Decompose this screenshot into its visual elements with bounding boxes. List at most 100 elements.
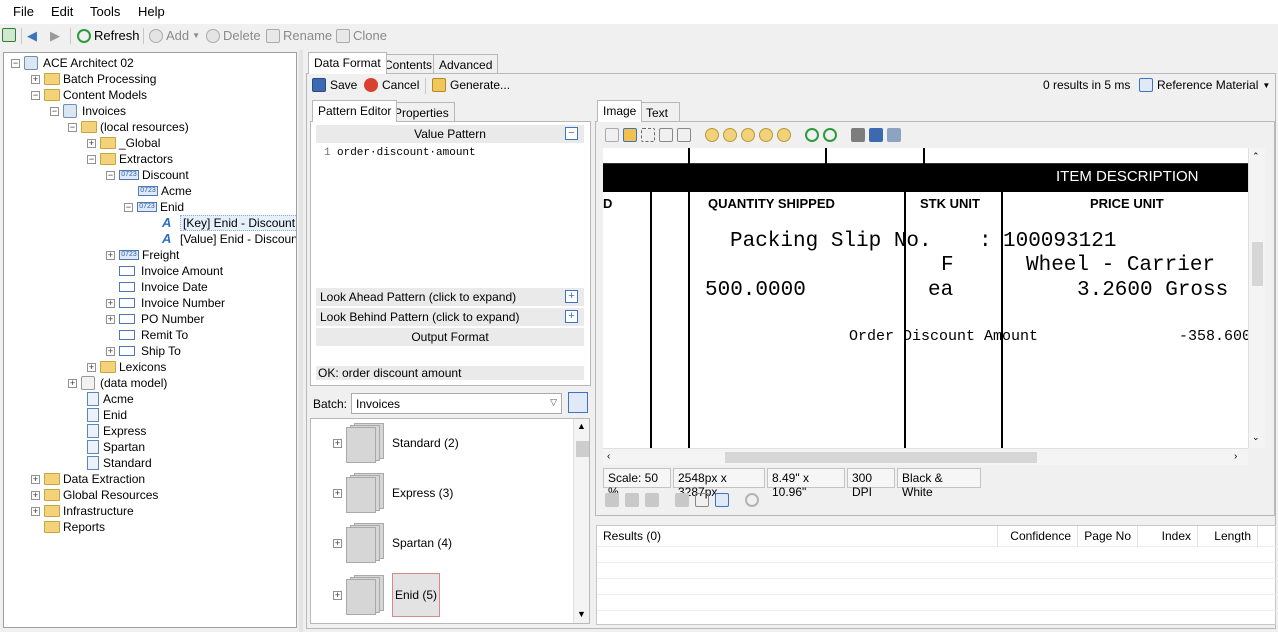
output-format-header[interactable]: Output Format (316, 328, 584, 346)
tree-spartan[interactable]: Spartan (87, 439, 145, 455)
tree-global-resources[interactable]: + Global Resources (31, 487, 158, 503)
tree-invoice-date[interactable]: Invoice Date (119, 279, 208, 295)
scroll-right-icon[interactable]: › (1234, 451, 1237, 462)
menu-edit[interactable]: Edit (51, 4, 73, 19)
scroll-up-icon[interactable]: ▲ (577, 421, 586, 431)
scroll-down-icon[interactable]: ▼ (577, 609, 586, 619)
tab-image[interactable]: Image (597, 100, 643, 122)
save-button[interactable]: Save (312, 78, 357, 92)
tab-pattern-editor[interactable]: Pattern Editor (312, 100, 398, 122)
tree-po-number[interactable]: + PO Number (106, 311, 204, 327)
tree-infrastructure[interactable]: + Infrastructure (31, 503, 134, 519)
pattern-code-editor[interactable]: order·discount·amount (337, 147, 582, 283)
menu-file[interactable]: File (13, 4, 34, 19)
tree-ship-to[interactable]: + Ship To (106, 343, 181, 359)
add-button[interactable]: Add ▼ (149, 28, 200, 43)
stamp-icon[interactable] (645, 493, 659, 507)
batch-view-icon[interactable] (568, 392, 588, 413)
vscroll-thumb[interactable] (1252, 242, 1263, 286)
tree-standard[interactable]: Standard (87, 455, 152, 471)
settings-icon[interactable] (887, 128, 901, 142)
zoom-out-icon[interactable] (723, 128, 737, 142)
save-image-icon[interactable] (869, 128, 883, 142)
confidence-column-header[interactable]: Confidence (998, 526, 1078, 546)
tree-invoice-amount[interactable]: Invoice Amount (119, 263, 223, 279)
tree-discount[interactable]: −0723 Discount (106, 167, 189, 183)
splitter[interactable] (299, 50, 303, 632)
highlight-icon[interactable] (625, 493, 639, 507)
batch-select[interactable]: Invoices ▽ (351, 393, 562, 414)
tree-data-extraction[interactable]: + Data Extraction (31, 471, 145, 487)
index-column-header[interactable]: Index (1138, 526, 1198, 546)
image-hscrollbar[interactable]: ‹ › (603, 448, 1248, 465)
back-icon[interactable]: ◀ (27, 28, 37, 44)
menu-help[interactable]: Help (138, 4, 165, 19)
tab-text[interactable]: Text (640, 102, 680, 122)
look-behind-header[interactable]: Look Behind Pattern (click to expand) (316, 308, 584, 326)
length-column-header[interactable]: Length (1198, 526, 1258, 546)
zoom-in-icon[interactable] (705, 128, 719, 142)
scroll-up-icon[interactable]: ⌃ (1252, 151, 1260, 162)
tree-express[interactable]: Express (87, 423, 146, 439)
crop-icon[interactable] (695, 493, 709, 507)
page-no-column-header[interactable]: Page No (1078, 526, 1138, 546)
tree-discount-acme[interactable]: 0723 Acme (138, 183, 192, 199)
tab-contents[interactable]: Contents (378, 54, 439, 74)
tab-data-format[interactable]: Data Format (308, 52, 387, 74)
tree-enid[interactable]: Enid (87, 407, 127, 423)
tree-acme[interactable]: Acme (87, 391, 134, 407)
tree-lexicons[interactable]: + Lexicons (87, 359, 166, 375)
zoom-page-icon[interactable] (677, 128, 691, 142)
generate-button[interactable]: Generate... (432, 78, 510, 92)
print-icon[interactable] (851, 128, 865, 142)
batch-item-spartan[interactable]: + Spartan (4) (333, 523, 452, 563)
batch-item-enid[interactable]: + Enid (5) (333, 573, 441, 617)
menu-tools[interactable]: Tools (90, 4, 120, 19)
look-ahead-header[interactable]: Look Ahead Pattern (click to expand) (316, 288, 584, 306)
results-column-header[interactable]: Results (0) (597, 526, 998, 546)
image-vscrollbar[interactable]: ⌃ ⌄ (1248, 148, 1265, 448)
document-image[interactable]: ITEM DESCRIPTION D QUANTITY SHIPPED STK … (603, 148, 1248, 448)
tree-reports[interactable]: Reports (44, 519, 105, 535)
batch-scrollbar[interactable]: ▲ ▼ (573, 419, 589, 623)
rotate-right-icon[interactable] (805, 128, 819, 142)
select-region-icon[interactable] (641, 128, 655, 142)
deskew-icon[interactable] (675, 493, 689, 507)
refresh-image-icon[interactable] (715, 493, 729, 507)
scroll-thumb[interactable] (576, 441, 589, 457)
scroll-down-icon[interactable]: ⌄ (1252, 432, 1260, 443)
tree-freight[interactable]: +0723 Freight (106, 247, 179, 263)
tree-global[interactable]: + _Global (87, 135, 160, 151)
tree-batch-processing[interactable]: + Batch Processing (31, 71, 156, 87)
tab-properties[interactable]: Properties (388, 102, 455, 122)
tab-advanced[interactable]: Advanced (433, 54, 499, 74)
home-icon[interactable] (2, 28, 16, 42)
zoom-width-icon[interactable] (777, 128, 791, 142)
tree-invoices[interactable]: − Invoices (50, 103, 126, 119)
undo-icon[interactable] (745, 493, 759, 507)
batch-item-express[interactable]: + Express (3) (333, 473, 453, 513)
tree-local-resources[interactable]: − (local resources) (68, 119, 189, 135)
tree-invoice-number[interactable]: + Invoice Number (106, 295, 225, 311)
collapse-value-pattern-button[interactable]: − (565, 127, 578, 140)
reference-material-button[interactable]: Reference Material ▼ (1139, 78, 1270, 92)
tree-data-model[interactable]: + (data model) (68, 375, 167, 391)
zoom-region-icon[interactable] (659, 128, 673, 142)
tree-key-enid-discount[interactable]: A [Key] Enid - Discount (162, 215, 296, 231)
batch-item-standard[interactable]: + Standard (2) (333, 423, 459, 463)
rename-button[interactable]: Rename (266, 28, 332, 43)
forward-icon[interactable]: ▶ (50, 28, 60, 44)
clone-button[interactable]: Clone (336, 28, 387, 43)
tree-remit-to[interactable]: Remit To (119, 327, 188, 343)
delete-button[interactable]: Delete (206, 28, 261, 43)
tree-extractors[interactable]: − Extractors (87, 151, 173, 167)
annotate-icon[interactable] (605, 493, 619, 507)
zoom-actual-icon[interactable] (741, 128, 755, 142)
tree-content-models[interactable]: − Content Models (31, 87, 147, 103)
refresh-button[interactable]: Refresh (77, 28, 140, 43)
expand-look-ahead-button[interactable]: + (565, 290, 578, 303)
rotate-left-icon[interactable] (823, 128, 837, 142)
pointer-icon[interactable] (605, 128, 619, 142)
tree-root[interactable]: − ACE Architect 02 (11, 55, 134, 71)
expand-look-behind-button[interactable]: + (565, 310, 578, 323)
